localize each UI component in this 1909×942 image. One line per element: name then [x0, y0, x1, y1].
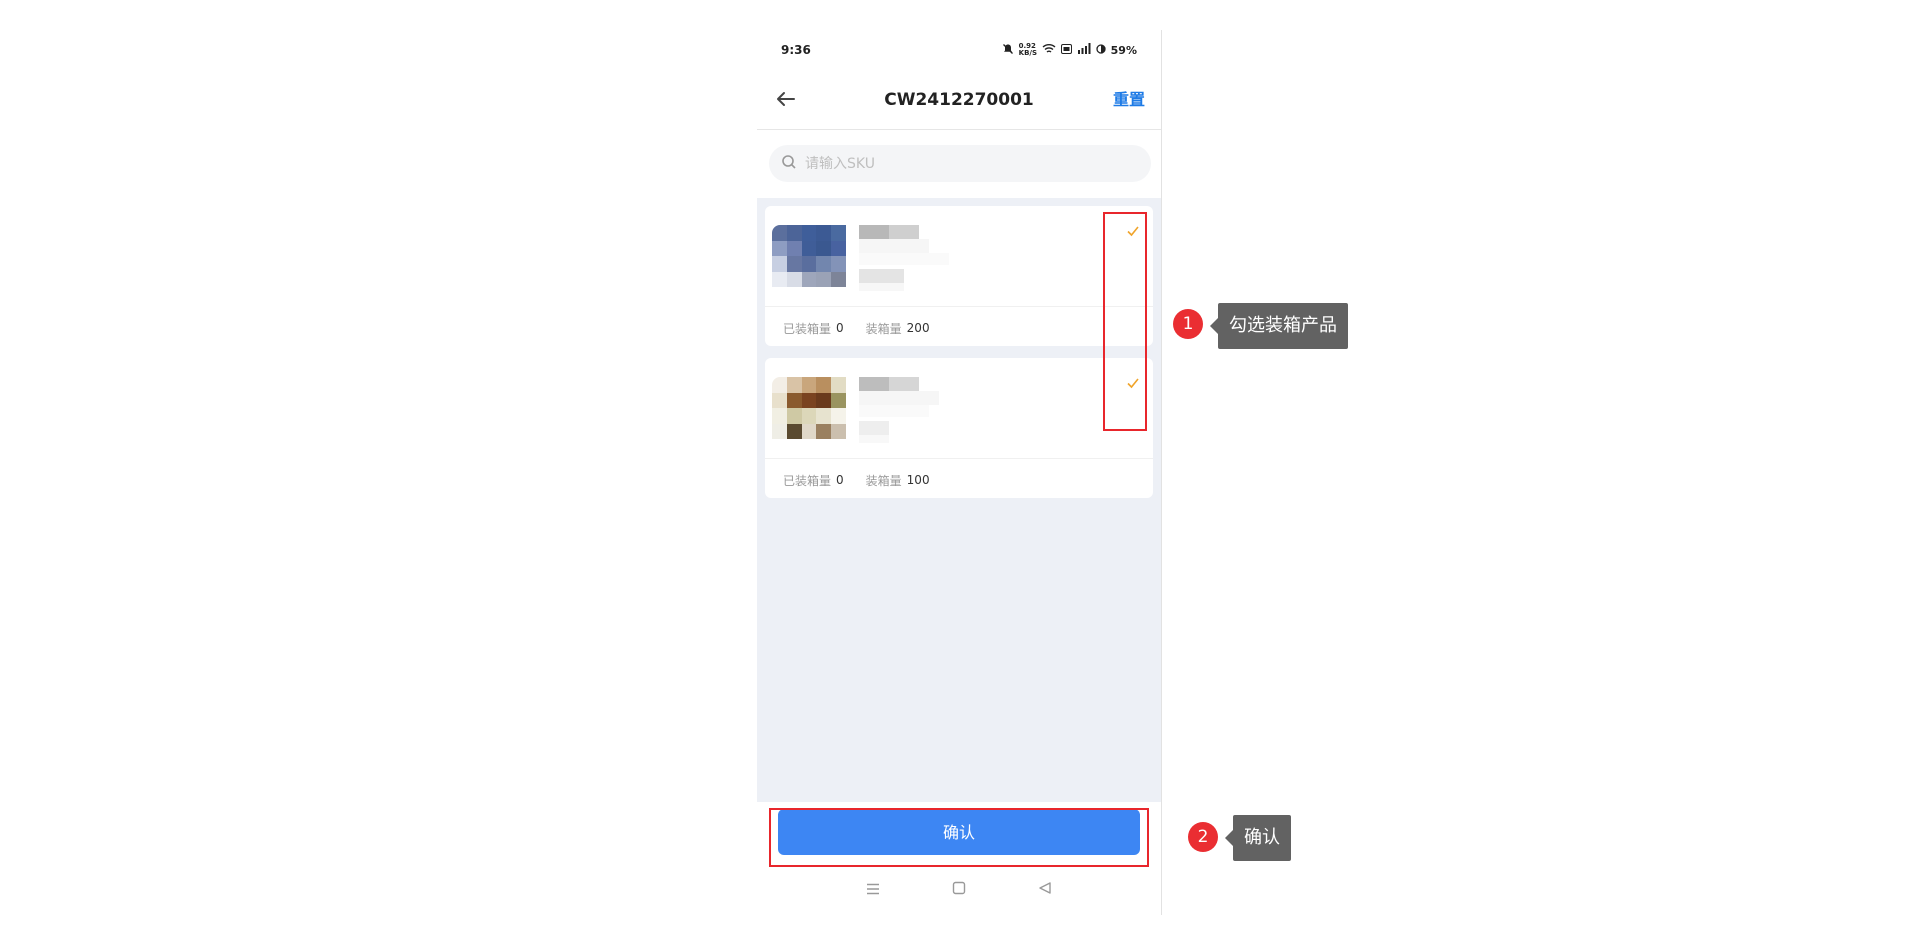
search-icon [781, 154, 797, 174]
product-card[interactable]: 已装箱量 0 装箱量 100 [765, 358, 1153, 498]
highlight-box-confirm [769, 808, 1149, 867]
pack-qty-label: 装箱量 [865, 473, 902, 488]
wifi-icon [1042, 43, 1056, 57]
battery-icon [1096, 43, 1106, 57]
pack-qty-value: 100 [906, 473, 930, 487]
search-input[interactable] [803, 154, 1127, 173]
reset-button[interactable]: 重置 [1113, 70, 1145, 130]
arrow-left-icon[interactable] [771, 84, 801, 114]
packed-value: 0 [836, 473, 844, 487]
phone-screen: 9:36 0.92 KB/S 59% CW2412270001 重置 请输入SK… [757, 30, 1162, 915]
pack-qty-label: 装箱量 [865, 321, 902, 336]
card-divider [765, 458, 1153, 459]
product-info-redacted [859, 377, 955, 449]
bell-off-icon [1002, 43, 1014, 58]
tooltip-select-products: 勾选装箱产品 [1210, 303, 1348, 349]
product-info-redacted [859, 225, 955, 297]
card-footer: 已装箱量 0 装箱量 100 [783, 472, 930, 488]
card-footer: 已装箱量 0 装箱量 200 [783, 320, 930, 336]
page-title: CW2412270001 [884, 90, 1034, 110]
pack-qty-value: 200 [906, 321, 930, 335]
net-speed: 0.92 KB/S [1018, 42, 1038, 57]
tooltip-confirm: 确认 [1225, 815, 1291, 861]
step-badge-1: 1 [1173, 309, 1203, 339]
square-home-icon[interactable] [952, 879, 966, 900]
triangle-back-icon[interactable] [1038, 879, 1052, 900]
packed-value: 0 [836, 321, 844, 335]
product-image [772, 225, 846, 287]
nav-bar: CW2412270001 重置 [757, 70, 1161, 130]
highlight-box-checkmarks [1103, 212, 1147, 431]
hd-icon [1060, 43, 1072, 57]
status-time: 9:36 [781, 43, 811, 57]
search-bar[interactable] [769, 145, 1151, 182]
menu-icon[interactable] [866, 879, 880, 900]
product-card[interactable]: 已装箱量 0 装箱量 200 [765, 206, 1153, 346]
product-image [772, 377, 846, 439]
battery-percent: 59% [1110, 43, 1137, 57]
status-icons: 0.92 KB/S 59% [1002, 43, 1137, 58]
product-list: 已装箱量 0 装箱量 200 已装箱量 0 装箱量 100 [757, 198, 1161, 802]
packed-label: 已装箱量 [783, 473, 832, 488]
system-nav-bar [757, 864, 1161, 914]
status-bar: 9:36 0.92 KB/S 59% [757, 30, 1161, 70]
card-divider [765, 306, 1153, 307]
signal-icon [1077, 43, 1091, 57]
packed-label: 已装箱量 [783, 321, 832, 336]
step-badge-2: 2 [1188, 822, 1218, 852]
